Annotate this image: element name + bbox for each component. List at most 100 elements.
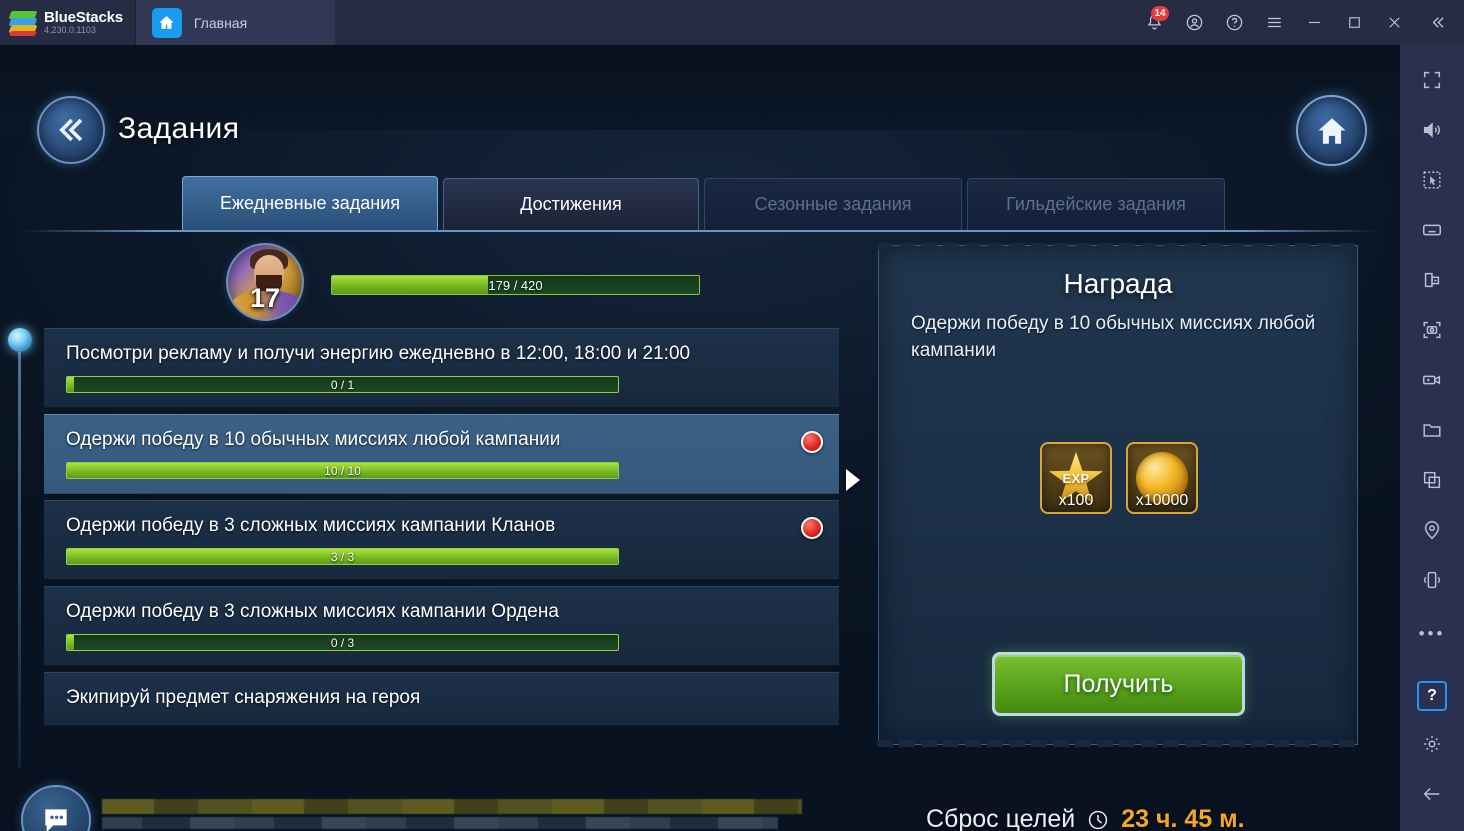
titlebar-spacer (335, 0, 1134, 45)
close-icon[interactable] (1374, 0, 1414, 45)
minimize-icon[interactable] (1294, 0, 1334, 45)
game-viewport: Задания Ежедневные задания Достижения Се… (0, 45, 1400, 831)
tab-season-tasks-label: Сезонные задания (754, 194, 912, 214)
double-chevron-left-icon (59, 118, 83, 142)
tab-daily-tasks-label: Ежедневные задания (219, 193, 401, 213)
task-scrollbar-track[interactable] (18, 328, 21, 768)
task-tabs: Ежедневные задания Достижения Сезонные з… (182, 176, 1230, 230)
tab-underline-divider (22, 230, 1378, 232)
collapse-icon[interactable] (1414, 0, 1460, 45)
bluestacks-logo-icon (8, 10, 38, 36)
brand-version: 4.230.0.1103 (44, 24, 96, 35)
reward-item-gold-quantity: x10000 (1135, 492, 1189, 509)
maximize-icon[interactable] (1334, 0, 1374, 45)
task-claim-indicator[interactable] (801, 431, 823, 453)
tab-achievements[interactable]: Достижения (443, 178, 699, 230)
home-icon (1318, 117, 1345, 144)
task-text: Посмотри рекламу и получи энергию ежедне… (66, 343, 691, 364)
task-text: Одержи победу в 10 обычных миссиях любой… (66, 429, 561, 450)
notification-badge: 14 (1151, 6, 1169, 21)
tab-daily-tasks[interactable]: Ежедневные задания (182, 176, 438, 230)
task-progress-bar: 3 / 3 (66, 548, 619, 565)
bluestacks-logo: BlueStacks 4.230.0.1103 (0, 0, 135, 45)
account-icon[interactable] (1174, 0, 1214, 45)
home-icon (151, 7, 182, 38)
task-list: Посмотри рекламу и получи энергию ежедне… (44, 328, 839, 783)
task-row[interactable]: Одержи победу в 3 сложных миссиях кампан… (44, 500, 839, 580)
chat-messages-blurred[interactable] (98, 793, 808, 831)
tab-achievements-label: Достижения (520, 194, 622, 214)
task-progress-bar: 0 / 3 (66, 634, 619, 651)
reward-item-exp-quantity: x100 (1058, 492, 1094, 509)
shake-device-icon[interactable] (1400, 555, 1464, 605)
cursor-select-icon[interactable] (1400, 155, 1464, 205)
bluestacks-toolbar: ••• ? (1400, 45, 1464, 831)
task-claim-indicator[interactable] (801, 517, 823, 539)
app-root: BlueStacks 4.230.0.1103 Главная Dragon C… (0, 0, 1464, 831)
task-row[interactable]: Посмотри рекламу и получи энергию ежедне… (44, 328, 839, 408)
more-options-label: ••• (1418, 624, 1446, 643)
macro-script-icon[interactable] (1400, 255, 1464, 305)
task-progress-label: 10 / 10 (324, 463, 361, 478)
task-progress-bar: 10 / 10 (66, 462, 619, 479)
task-row[interactable]: Экипируй предмет снаряжения на героя (44, 672, 839, 726)
settings-gear-icon[interactable] (1400, 719, 1464, 769)
menu-icon[interactable] (1254, 0, 1294, 45)
selected-task-arrow-icon (846, 469, 860, 491)
keyboard-icon[interactable] (1400, 205, 1464, 255)
tab-guild-tasks[interactable]: Гильдейские задания (967, 178, 1225, 230)
task-text: Экипируй предмет снаряжения на героя (66, 687, 421, 708)
more-options-icon[interactable]: ••• (1400, 605, 1464, 663)
screenshot-icon[interactable] (1400, 305, 1464, 355)
claim-reward-label: Получить (1063, 669, 1174, 698)
task-row[interactable]: Одержи победу в 3 сложных миссиях кампан… (44, 586, 839, 666)
chat-button[interactable] (21, 785, 91, 831)
chat-line-blurred (102, 817, 778, 829)
player-avatar[interactable]: 17 (226, 243, 304, 321)
record-video-icon[interactable] (1400, 355, 1464, 405)
task-progress-label: 0 / 1 (330, 377, 355, 392)
tab-home-label: Главная (193, 14, 248, 31)
avatar-portrait (226, 243, 304, 321)
player-xp-label: 179 / 420 (488, 277, 543, 293)
task-progress-bar: 0 / 1 (66, 376, 619, 393)
tab-season-tasks[interactable]: Сезонные задания (704, 178, 962, 230)
location-pin-icon[interactable] (1400, 505, 1464, 555)
page-title: Задания (118, 112, 240, 145)
player-xp-bar: 179 / 420 (331, 275, 700, 295)
reset-label: Сброс целей (926, 805, 1076, 831)
reset-time-value: 23 ч. 45 м. (1121, 805, 1245, 831)
notifications-icon[interactable]: 14 (1134, 0, 1174, 45)
volume-icon[interactable] (1400, 105, 1464, 155)
task-text: Одержи победу в 3 сложных миссиях кампан… (66, 601, 559, 622)
reward-title: Награда (1063, 268, 1173, 299)
task-progress-label: 0 / 3 (330, 635, 355, 650)
folder-icon[interactable] (1400, 405, 1464, 455)
reward-description: Одержи победу в 10 обычных миссиях любой… (911, 313, 1316, 361)
clock-icon (1087, 809, 1109, 831)
back-button[interactable] (37, 96, 105, 164)
help-icon[interactable]: ? (1417, 681, 1447, 711)
exp-badge-label: EXP (1062, 471, 1090, 486)
reward-item-gold[interactable]: x10000 (1126, 442, 1198, 514)
fullscreen-icon[interactable] (1400, 55, 1464, 105)
reward-items: EXP x100 x10000 (879, 442, 1359, 514)
reset-timer: Сброс целей 23 ч. 45 м. (926, 805, 1245, 831)
chat-line-blurred (102, 799, 802, 814)
multi-instance-icon[interactable] (1400, 455, 1464, 505)
task-scrollbar-handle[interactable] (8, 328, 32, 352)
task-row[interactable]: Одержи победу в 10 обычных миссиях любой… (44, 414, 839, 494)
game-home-button[interactable] (1296, 95, 1367, 166)
help-icon[interactable] (1214, 0, 1254, 45)
brand-name: BlueStacks (44, 8, 123, 26)
help-label: ? (1427, 687, 1437, 704)
window-controls: 14 (1134, 0, 1464, 45)
task-text: Одержи победу в 3 сложных миссиях кампан… (66, 515, 556, 536)
back-arrow-icon[interactable] (1400, 769, 1464, 819)
reward-item-exp[interactable]: EXP x100 (1040, 442, 1112, 514)
claim-reward-button[interactable]: Получить (992, 652, 1245, 716)
tab-guild-tasks-label: Гильдейские задания (1006, 194, 1186, 214)
tab-home[interactable]: Главная (134, 0, 335, 45)
chat-bubble-icon (45, 809, 67, 831)
bluestacks-titlebar: BlueStacks 4.230.0.1103 Главная Dragon C… (0, 0, 1464, 831)
